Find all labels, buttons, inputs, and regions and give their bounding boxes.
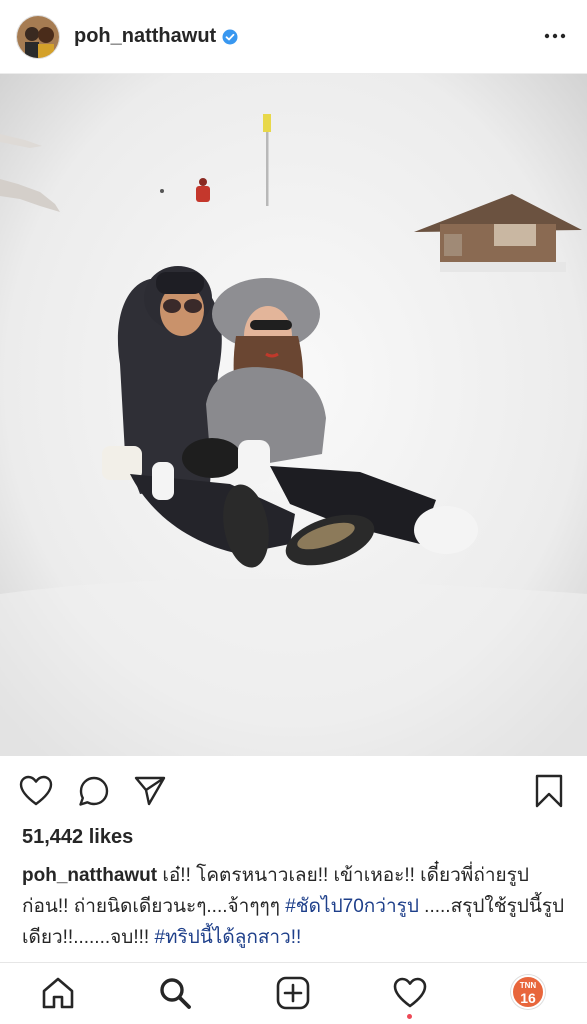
add-post-icon[interactable]	[275, 975, 311, 1011]
post-photo[interactable]	[0, 74, 587, 756]
bottom-tab-bar	[0, 962, 587, 1024]
caption-hashtag[interactable]: #ทริปนี้ได้ลูกสาว!!	[154, 927, 301, 948]
verified-badge-icon	[222, 29, 238, 44]
notification-dot	[407, 1014, 412, 1019]
post-username[interactable]: poh_natthawut	[74, 25, 216, 48]
likes-count[interactable]: 51,442 likes	[22, 826, 133, 849]
share-icon[interactable]	[133, 774, 167, 808]
profile-badge-line2: 16	[520, 990, 536, 1006]
bookmark-icon[interactable]	[532, 774, 566, 808]
post-caption: poh_natthawut เอ๋!! โคตรหนาวเลย!! เข้าเห…	[22, 860, 570, 953]
activity-heart-icon[interactable]	[392, 975, 428, 1011]
more-options-icon[interactable]	[543, 26, 567, 46]
caption-username[interactable]: poh_natthawut	[22, 865, 157, 886]
avatar[interactable]	[16, 14, 60, 59]
profile-avatar[interactable]: TNN 16	[511, 975, 545, 1009]
heart-icon[interactable]	[19, 774, 53, 808]
post-header: poh_natthawut	[0, 0, 587, 74]
home-icon[interactable]	[40, 975, 76, 1011]
search-icon[interactable]	[157, 975, 193, 1011]
action-bar	[0, 756, 587, 824]
caption-hashtag[interactable]: #ชัดไป70กว่ารูป	[285, 896, 419, 917]
comment-icon[interactable]	[77, 774, 111, 808]
